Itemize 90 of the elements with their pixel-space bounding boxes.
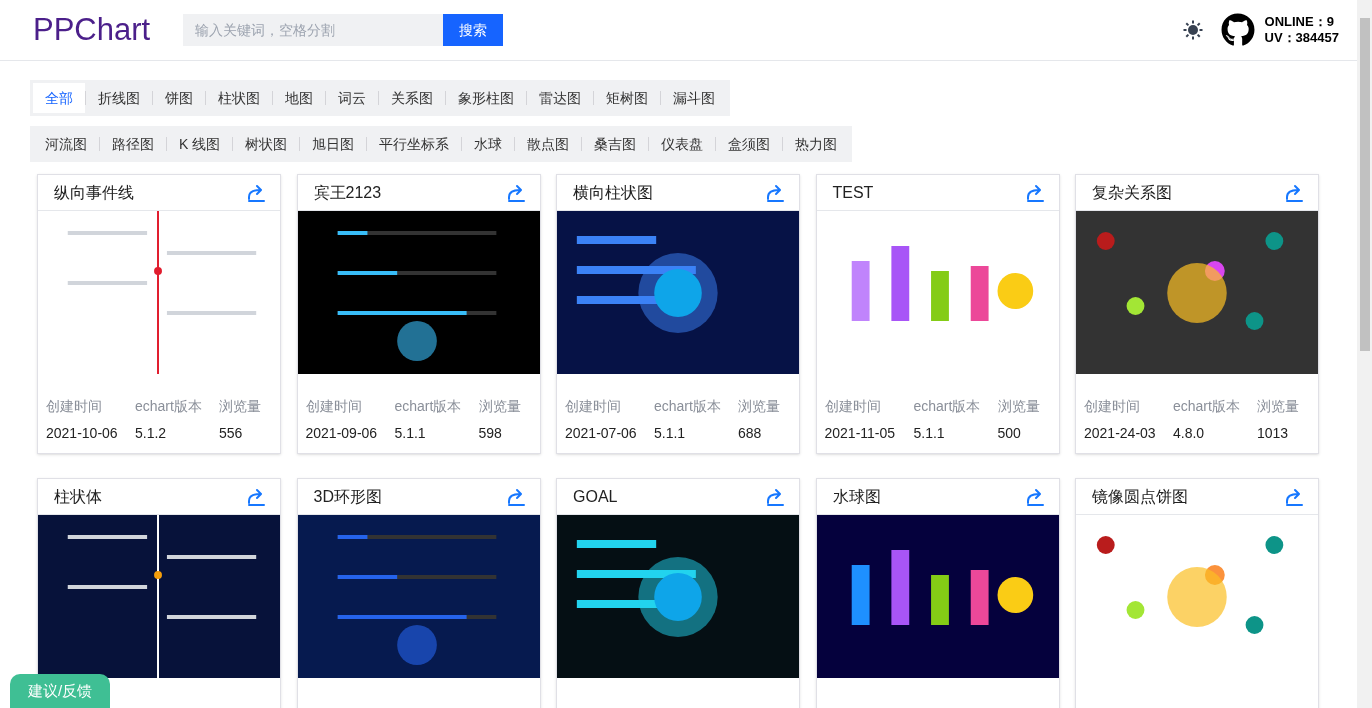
field-value: 598 — [478, 424, 503, 443]
field-value: 5.1.1 — [394, 424, 427, 443]
field-value: 2021-07-06 — [565, 424, 638, 443]
category-tab[interactable]: 平行坐标系 — [367, 129, 462, 159]
category-tab[interactable]: 水球 — [462, 129, 515, 159]
share-icon[interactable] — [505, 183, 526, 202]
field-value: 556 — [219, 424, 244, 443]
category-tab[interactable]: 象形柱图 — [446, 83, 526, 113]
card-title: 镜像圆点饼图 — [1092, 486, 1188, 507]
share-icon[interactable] — [1024, 183, 1045, 202]
logo[interactable]: PPChart — [33, 6, 151, 54]
field-label: echart版本 — [1173, 397, 1241, 416]
category-tab[interactable]: 折线图 — [86, 83, 152, 113]
category-tab[interactable]: 散点图 — [515, 129, 582, 159]
field-label: echart版本 — [654, 397, 722, 416]
field-label: 浏览量 — [1257, 397, 1300, 416]
field-value: 2021-10-06 — [46, 424, 119, 443]
share-icon[interactable] — [1284, 487, 1304, 506]
category-tab[interactable]: 饼图 — [153, 83, 205, 113]
field-label: 浏览量 — [219, 397, 262, 416]
uv-count: UV：384457 — [1264, 30, 1339, 46]
chart-card[interactable]: 宾王2123 创建时间 echart版本 浏览量 2021-09-06 5.1.1 598 — [296, 174, 541, 454]
field-label: 创建时间 — [565, 397, 622, 416]
card-title: 横向柱状图 — [573, 182, 653, 203]
field-label: 创建时间 — [824, 397, 882, 416]
share-icon[interactable] — [1024, 487, 1045, 506]
field-value: 1013 — [1257, 424, 1290, 443]
category-tab[interactable]: 河流图 — [33, 129, 99, 159]
card-title: 柱状体 — [54, 486, 102, 507]
category-tab[interactable]: 柱状图 — [206, 83, 272, 113]
category-tab[interactable]: 矩树图 — [594, 83, 660, 113]
chart-card[interactable]: TEST 创建时间 echart版本 浏览量 2021-11-05 5.1.1 500 — [815, 174, 1060, 454]
field-value: 5.1.2 — [135, 424, 168, 443]
field-label: 创建时间 — [1084, 397, 1141, 416]
card-title: 3D环形图 — [313, 486, 382, 507]
category-tab[interactable]: 路径图 — [100, 129, 166, 159]
share-icon[interactable] — [246, 487, 266, 506]
category-tab[interactable]: 旭日图 — [300, 129, 367, 159]
chart-card[interactable]: 纵向事件线 创建时间 echart版本 浏览量 2021-10-06 5.1.2 556 — [37, 174, 281, 454]
card-title: 宾王2123 — [313, 182, 382, 203]
share-icon[interactable] — [765, 487, 785, 506]
field-label: echart版本 — [394, 397, 463, 416]
category-tab[interactable]: 雷达图 — [527, 83, 593, 113]
category-tab[interactable]: 词云 — [326, 83, 378, 113]
category-tab[interactable]: 关系图 — [379, 83, 445, 113]
field-label: echart版本 — [135, 397, 203, 416]
field-label: echart版本 — [913, 397, 982, 416]
category-tab[interactable]: K 线图 — [167, 129, 233, 159]
card-title: TEST — [832, 182, 874, 203]
category-tab[interactable]: 仪表盘 — [649, 129, 716, 159]
field-label: 创建时间 — [305, 397, 363, 416]
share-icon[interactable] — [765, 183, 785, 202]
chart-card[interactable]: 3D环形图 — [296, 478, 541, 708]
cat-logo-icon[interactable] — [1220, 13, 1255, 47]
scrollbar[interactable] — [1357, 0, 1372, 708]
card-title: GOAL — [573, 486, 618, 507]
category-tab[interactable]: 全部 — [33, 83, 85, 113]
field-value: 5.1.1 — [913, 424, 946, 443]
chart-card[interactable]: 横向柱状图 创建时间 echart版本 浏览量 2021-07-06 5.1.1 688 — [556, 174, 800, 454]
category-tab[interactable]: 漏斗图 — [661, 83, 727, 113]
field-value: 688 — [738, 424, 763, 443]
chart-card[interactable]: GOAL — [556, 478, 800, 708]
category-tab[interactable]: 地图 — [273, 83, 325, 113]
field-value: 2021-09-06 — [305, 424, 379, 443]
card-title: 复杂关系图 — [1092, 182, 1172, 203]
field-label: 浏览量 — [738, 397, 781, 416]
field-value: 2021-11-05 — [824, 424, 897, 443]
search-button[interactable]: 搜索 — [443, 14, 504, 46]
category-tab[interactable]: 热力图 — [783, 129, 850, 159]
category-tab[interactable]: 树状图 — [233, 129, 300, 159]
field-value: 4.8.0 — [1173, 424, 1206, 443]
field-value: 5.1.1 — [654, 424, 687, 443]
chart-card[interactable]: 水球图 — [815, 478, 1060, 708]
search-field[interactable]: 输入关键词，空格分割 — [183, 14, 444, 46]
field-value: 2021-24-03 — [1084, 424, 1157, 443]
category-tab[interactable]: 桑吉图 — [582, 129, 649, 159]
share-icon[interactable] — [246, 183, 266, 202]
field-label: 创建时间 — [46, 397, 103, 416]
online-count: ONLINE：9 — [1264, 14, 1335, 30]
share-icon[interactable] — [505, 487, 526, 506]
card-title: 水球图 — [832, 486, 881, 507]
sun-icon[interactable] — [1182, 20, 1203, 40]
card-title: 纵向事件线 — [54, 182, 134, 203]
share-icon[interactable] — [1284, 183, 1304, 202]
field-value: 500 — [997, 424, 1022, 443]
field-label: 浏览量 — [478, 397, 522, 416]
chart-card[interactable]: 镜像圆点饼图 — [1075, 478, 1319, 708]
chart-card[interactable]: 复杂关系图 创建时间 echart版本 浏览量 2021-24-03 4.8.0 1013 — [1075, 174, 1319, 454]
field-label: 浏览量 — [997, 397, 1041, 416]
category-tab[interactable]: 盒须图 — [716, 129, 783, 159]
